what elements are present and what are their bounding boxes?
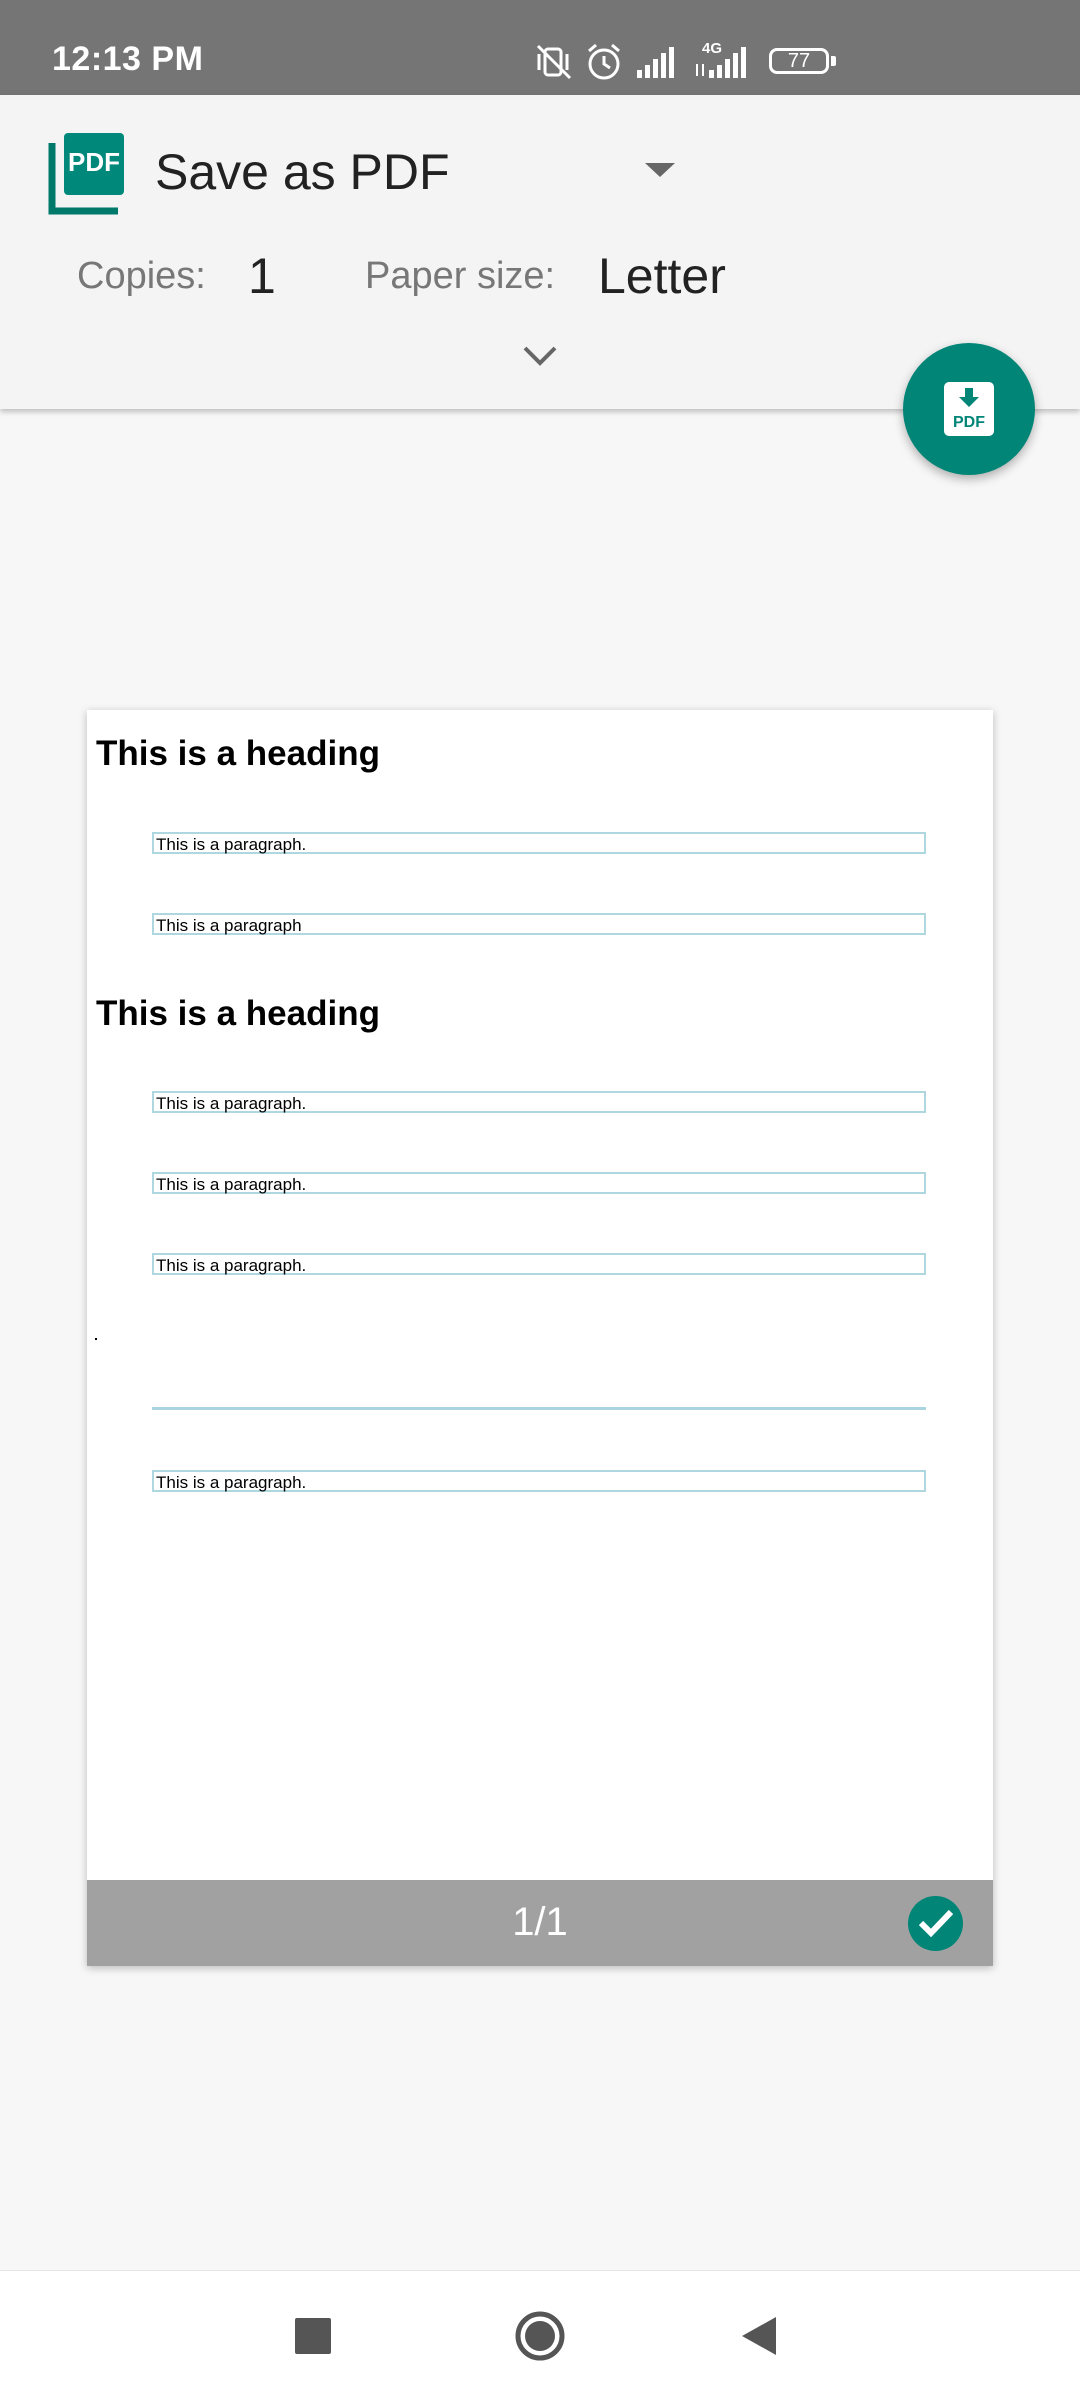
printer-selector[interactable]: Save as PDF: [150, 125, 680, 225]
battery-tip: [831, 56, 836, 66]
battery-level: 77: [787, 50, 811, 72]
pdf-printer-icon: PDF: [48, 133, 126, 215]
status-bar: 12:13 PM 4G 77: [0, 0, 1080, 95]
preview-paragraph: This is a paragraph.: [152, 1091, 926, 1113]
fab-pdf-text: PDF: [953, 414, 985, 431]
page-indicator: 1/1: [512, 1900, 568, 1944]
dropdown-arrow-icon: [645, 163, 675, 177]
page-preview[interactable]: This is a heading This is a paragraph. T…: [87, 710, 993, 1966]
signal-strength-icon: [637, 47, 674, 78]
pdf-printer-icon-text: PDF: [68, 147, 120, 177]
expand-options-chevron-icon[interactable]: [522, 345, 558, 367]
copies-label: Copies:: [77, 255, 206, 297]
preview-paragraph: This is a paragraph: [152, 913, 926, 935]
signal-strength-4g-icon: [696, 47, 746, 78]
paper-size-value[interactable]: Letter: [598, 247, 726, 305]
preview-heading: This is a heading: [96, 994, 380, 1033]
printer-name: Save as PDF: [155, 144, 450, 200]
back-button[interactable]: [740, 2315, 778, 2357]
battery-icon: 77: [769, 48, 829, 74]
preview-dot: [95, 1338, 97, 1340]
preview-paragraph: This is a paragraph.: [152, 1470, 926, 1492]
print-options-panel: PDF Save as PDF Copies: 1 Paper size: Le…: [0, 95, 1080, 409]
preview-horizontal-rule: [152, 1407, 926, 1410]
page-selected-check-icon[interactable]: [908, 1896, 963, 1951]
paper-size-label: Paper size:: [365, 255, 556, 297]
preview-heading: This is a heading: [96, 734, 380, 773]
alarm-icon: [588, 43, 620, 80]
recent-apps-button[interactable]: [295, 2318, 331, 2354]
vibrate-off-icon: [536, 44, 572, 80]
download-pdf-button[interactable]: PDF: [903, 343, 1035, 475]
preview-paragraph: This is a paragraph.: [152, 832, 926, 854]
copies-value[interactable]: 1: [248, 247, 276, 305]
system-navigation-bar: [0, 2270, 1080, 2401]
page-indicator-bar: 1/1: [87, 1880, 993, 1966]
clock: 12:13 PM: [52, 40, 204, 78]
home-button[interactable]: [514, 2310, 566, 2362]
preview-paragraph: This is a paragraph.: [152, 1253, 926, 1275]
preview-paragraph: This is a paragraph.: [152, 1172, 926, 1194]
